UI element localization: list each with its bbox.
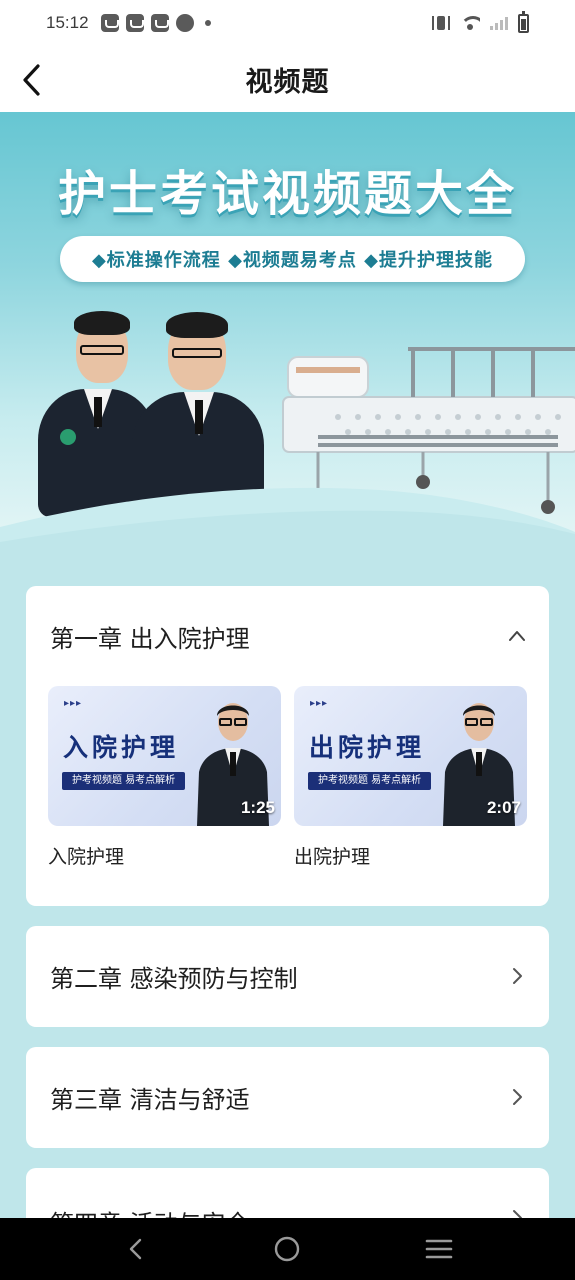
thumbnail-title: 入院护理: [63, 733, 180, 762]
home-nav-icon[interactable]: [267, 1229, 307, 1269]
dot-icon: [204, 20, 211, 26]
bag-icon: [100, 14, 119, 32]
video-item[interactable]: ▸▸▸ 入院护理 护考视频题 易考点解析 1:25 入院护理: [48, 686, 281, 869]
menu-nav-icon[interactable]: [419, 1229, 459, 1269]
bag-icon: [150, 14, 169, 32]
page-title: 视频题: [245, 66, 330, 98]
system-icons: [432, 10, 529, 33]
status-bar: 15:12: [0, 0, 575, 46]
decor-arrows: ▸▸▸: [310, 698, 329, 709]
wifi-icon: [460, 16, 480, 30]
chapter-title: 第二章 感染预防与控制: [50, 964, 298, 993]
video-label: 出院护理: [294, 846, 371, 868]
back-button[interactable]: [14, 60, 50, 100]
video-duration: 2:07: [486, 798, 521, 817]
thumbnail-tag: 护考视频题 易考点解析: [308, 772, 432, 790]
video-list: ▸▸▸ 入院护理 护考视频题 易考点解析 1:25 入院护理 ▸▸▸ 出院护理 …: [26, 686, 549, 869]
chapter-header[interactable]: 第一章 出入院护理: [26, 586, 549, 686]
video-item[interactable]: ▸▸▸ 出院护理 护考视频题 易考点解析 2:07 出院护理: [294, 686, 527, 869]
status-time: 15:12: [46, 13, 89, 32]
decor-arrows: ▸▸▸: [64, 698, 83, 709]
chapter-title: 第三章 清洁与舒适: [50, 1085, 250, 1114]
system-nav-bar: [0, 1218, 575, 1280]
chapter-card: 第二章 感染预防与控制: [26, 926, 549, 1027]
vibrate-icon: [432, 16, 450, 30]
notification-icons: [100, 14, 211, 32]
back-nav-icon[interactable]: [116, 1229, 156, 1269]
video-duration: 1:25: [240, 798, 275, 817]
thumbnail-tag: 护考视频题 易考点解析: [62, 772, 186, 790]
chapter-header[interactable]: 第三章 清洁与舒适: [26, 1047, 549, 1147]
app-header: 视频题: [0, 46, 575, 112]
chapter-card: 第三章 清洁与舒适: [26, 1047, 549, 1148]
chapter-card: 第一章 出入院护理 ▸▸▸ 入院护理 护考视频题 易考点解析 1:25 入院护理…: [26, 586, 549, 906]
banner-wave: [0, 487, 575, 552]
thumbnail-title: 出院护理: [309, 733, 426, 762]
chevron-right-icon: [507, 966, 527, 986]
bag-icon: [125, 14, 144, 32]
chapter-header[interactable]: 第二章 感染预防与控制: [26, 926, 549, 1026]
video-thumbnail[interactable]: ▸▸▸ 入院护理 护考视频题 易考点解析 1:25: [48, 686, 281, 826]
video-label: 入院护理: [48, 846, 125, 868]
chapter-title: 第一章 出入院护理: [50, 624, 250, 653]
battery-icon: [518, 10, 529, 33]
banner-tagline: ◆标准操作流程 ◆视频题易考点 ◆提升护理技能: [60, 236, 525, 282]
chevron-up-icon: [507, 626, 527, 646]
chevron-right-icon: [507, 1087, 527, 1107]
banner-title: 护士考试视频题大全: [57, 166, 517, 222]
gauge-icon: [175, 14, 194, 32]
promo-banner[interactable]: 护士考试视频题大全 ◆标准操作流程 ◆视频题易考点 ◆提升护理技能: [0, 112, 575, 552]
video-thumbnail[interactable]: ▸▸▸ 出院护理 护考视频题 易考点解析 2:07: [294, 686, 527, 826]
signal-icon: [490, 16, 508, 30]
chevron-left-icon: [23, 64, 40, 96]
